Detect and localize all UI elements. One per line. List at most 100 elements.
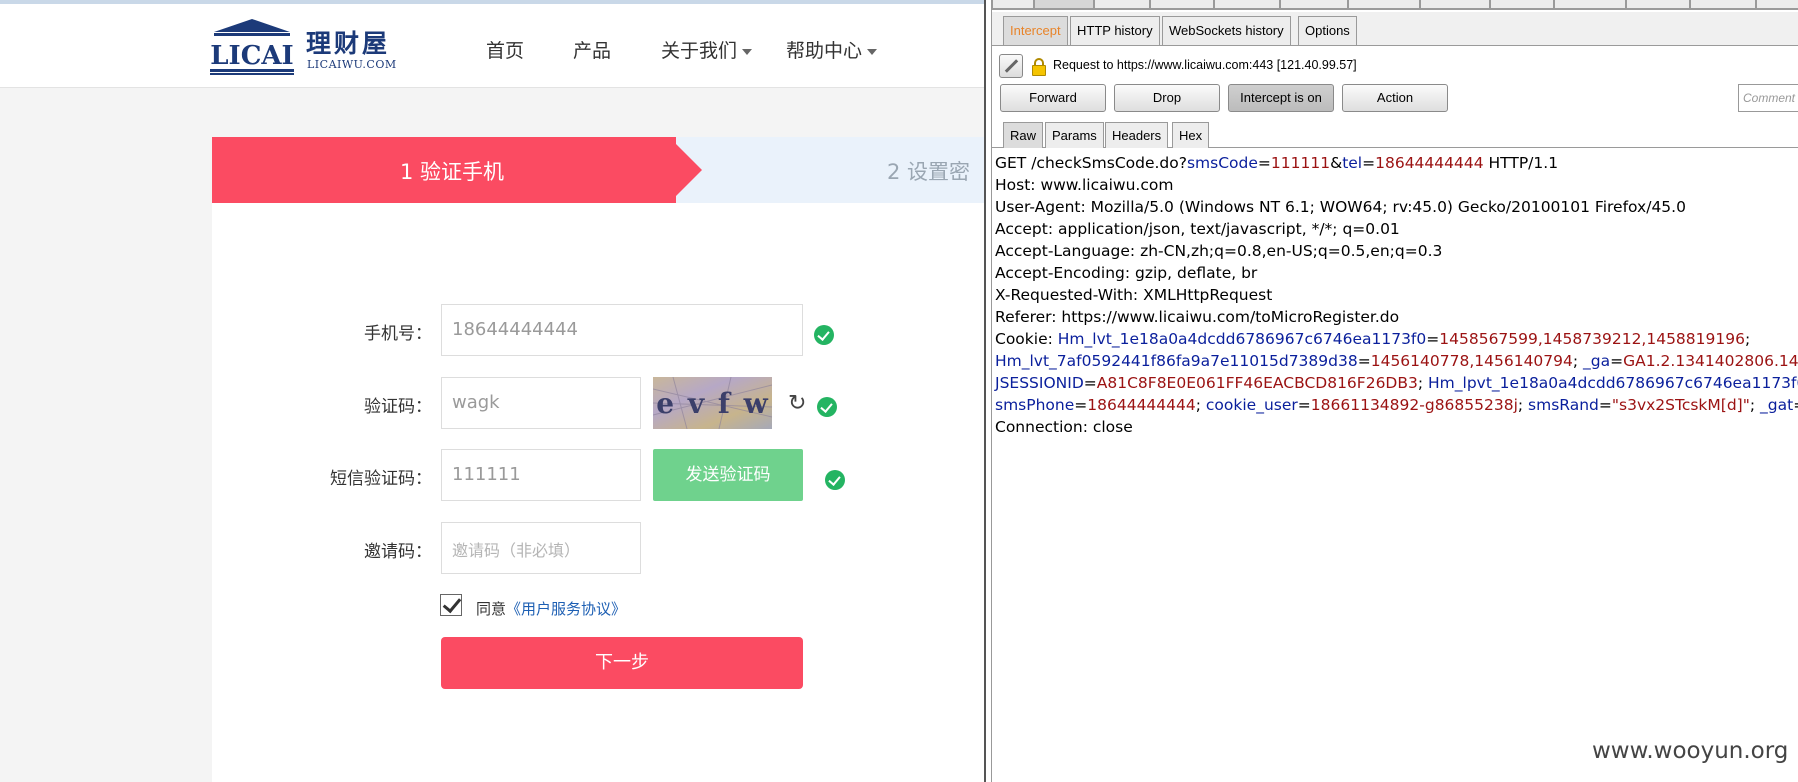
captcha-label: 验证码： xyxy=(364,397,432,417)
tab-hex[interactable]: Hex xyxy=(1172,122,1210,148)
raw-param-key: smsCode xyxy=(1186,154,1258,172)
raw-text: ; xyxy=(1744,330,1751,348)
captcha-image[interactable]: e v f w xyxy=(653,377,772,429)
pencil-icon[interactable] xyxy=(999,54,1023,78)
raw-text: = xyxy=(1257,154,1271,172)
top-tab-stub[interactable] xyxy=(1420,0,1490,9)
raw-line: Accept-Language: zh-CN,zh;q=0.8,en-US;q=… xyxy=(995,240,1798,262)
refresh-icon[interactable]: ↻ xyxy=(788,393,806,415)
user-agreement-link[interactable]: 《用户服务协议》 xyxy=(506,600,626,618)
raw-line: User-Agent: Mozilla/5.0 (Windows NT 6.1;… xyxy=(995,196,1798,218)
raw-param-value: 18644444444 xyxy=(1375,154,1484,172)
site-logo[interactable]: LICAI 理财屋 LICAIWU.COM xyxy=(210,18,400,76)
message-tabs: Raw Params Headers Hex xyxy=(992,118,1798,148)
site-header: LICAI 理财屋 LICAIWU.COM 首页 产品 关于我们 帮助中心 xyxy=(0,4,984,88)
step-1-label: 1 验证手机 xyxy=(400,160,505,184)
nav-help[interactable]: 帮助中心 xyxy=(786,36,878,63)
raw-param-value: 111111 xyxy=(1270,154,1331,172)
request-info-bar: Request to https://www.licaiwu.com:443 [… xyxy=(992,50,1798,80)
tab-websockets-history[interactable]: WebSockets history xyxy=(1162,16,1291,45)
raw-param-key: smsRand xyxy=(1528,396,1599,414)
raw-text: = xyxy=(1610,352,1624,370)
nav-products[interactable]: 产品 xyxy=(573,36,611,63)
raw-param-value: 18644444444 xyxy=(1087,396,1196,414)
nav-home-label: 首页 xyxy=(486,40,525,62)
top-tab-stub[interactable] xyxy=(992,0,1034,9)
raw-param-key: Hm_lpvt_1e18a0a4dcdd6786967c6746ea1173f0 xyxy=(1428,374,1798,392)
raw-text: Connection: close xyxy=(995,418,1133,436)
top-tab-stub[interactable] xyxy=(1094,0,1150,9)
check-circle-icon xyxy=(814,325,834,345)
agree-label: 同意 xyxy=(476,600,507,618)
tab-raw[interactable]: Raw xyxy=(1003,122,1044,148)
raw-text: GET /checkSmsCode.do? xyxy=(995,154,1187,172)
top-tab-stub[interactable] xyxy=(1348,0,1420,9)
top-tab-stub[interactable] xyxy=(1690,0,1756,9)
sms-code-input[interactable]: 111111 xyxy=(441,449,641,501)
top-tab-stub[interactable] xyxy=(1214,0,1280,9)
raw-line: smsPhone=18644444444; cookie_user=186611… xyxy=(995,394,1798,416)
top-tab-stub[interactable] xyxy=(1150,0,1214,9)
raw-param-key: _ga xyxy=(1583,352,1611,370)
licai-logo-icon: LICAI xyxy=(210,19,294,75)
invite-code-input[interactable]: 邀请码（非必填） xyxy=(441,522,641,574)
raw-text: = xyxy=(1793,396,1798,414)
raw-param-value: "s3vx2STcskM[d]" xyxy=(1611,396,1750,414)
raw-text: = xyxy=(1357,352,1371,370)
step-progress: 1 验证手机 2 设置密 xyxy=(212,137,984,203)
raw-param-key: JSESSIONID xyxy=(995,374,1084,392)
action-button[interactable]: Action xyxy=(1342,84,1448,112)
browser-page: LICAI 理财屋 LICAIWU.COM 首页 产品 关于我们 帮助中心 1 … xyxy=(0,0,984,782)
send-sms-code-button[interactable]: 发送验证码 xyxy=(653,449,803,501)
raw-text: Accept-Encoding: gzip, deflate, br xyxy=(995,264,1258,282)
raw-text: ; xyxy=(1517,396,1529,414)
next-step-button[interactable]: 下一步 xyxy=(441,637,803,689)
top-tab-stub[interactable] xyxy=(1756,0,1798,9)
agree-checkbox[interactable] xyxy=(440,594,462,616)
tab-headers[interactable]: Headers xyxy=(1105,122,1169,148)
sms-code-label: 短信验证码： xyxy=(330,469,432,489)
drop-button[interactable]: Drop xyxy=(1114,84,1220,112)
watermark-text: www.wooyun.org xyxy=(1592,738,1789,764)
raw-text: = xyxy=(1083,374,1097,392)
top-tab-stub[interactable] xyxy=(1626,0,1690,9)
top-tab-stub[interactable] xyxy=(1280,0,1348,9)
raw-request-editor[interactable]: GET /checkSmsCode.do?smsCode=111111&tel=… xyxy=(992,150,1798,782)
raw-param-key: smsPhone xyxy=(995,396,1075,414)
nav-home[interactable]: 首页 xyxy=(486,36,524,63)
top-tab-stub[interactable] xyxy=(1490,0,1554,9)
raw-line: Connection: close xyxy=(995,416,1798,438)
nav-about[interactable]: 关于我们 xyxy=(661,36,753,63)
captcha-input[interactable]: wagk xyxy=(441,377,641,429)
tab-intercept[interactable]: Intercept xyxy=(1003,16,1068,45)
raw-param-value: 18661134892-g86855238j xyxy=(1310,396,1518,414)
raw-line: Hm_lvt_7af0592441f86fa9a7e11015d7389d38=… xyxy=(995,350,1798,372)
intercept-toggle-button[interactable]: Intercept is on xyxy=(1228,84,1334,112)
comment-input[interactable]: Comment xyxy=(1738,84,1798,112)
raw-param-value: 1458567599,1458739212,1458819196 xyxy=(1439,330,1745,348)
raw-param-value: GA1.2.1341402806.1456140778 xyxy=(1623,352,1798,370)
raw-text: = xyxy=(1297,396,1311,414)
raw-text: = xyxy=(1074,396,1088,414)
window-divider[interactable] xyxy=(984,0,992,782)
raw-text: = xyxy=(1362,154,1376,172)
forward-button[interactable]: Forward xyxy=(1000,84,1106,112)
raw-text: ; xyxy=(1572,352,1584,370)
raw-text: HTTP/1.1 xyxy=(1483,154,1559,172)
raw-text: ; xyxy=(1417,374,1429,392)
top-tab-stub[interactable] xyxy=(1034,0,1094,9)
raw-param-key: cookie_user xyxy=(1205,396,1298,414)
register-form: 手机号： 18644444444 验证码： wagk e v f w ↻ 短信验… xyxy=(212,203,984,782)
phone-input[interactable]: 18644444444 xyxy=(441,304,803,356)
tab-http-history[interactable]: HTTP history xyxy=(1070,16,1160,45)
raw-line: Accept: application/json, text/javascrip… xyxy=(995,218,1798,240)
raw-line: X-Requested-With: XMLHttpRequest xyxy=(995,284,1798,306)
raw-text: ; xyxy=(1749,396,1761,414)
raw-text: ; xyxy=(1195,396,1206,414)
tab-params[interactable]: Params xyxy=(1045,122,1104,148)
top-tab-stub[interactable] xyxy=(1554,0,1626,9)
tab-options[interactable]: Options xyxy=(1298,16,1357,45)
raw-param-value: 1456140778,1456140794 xyxy=(1370,352,1573,370)
step-1-active: 1 验证手机 xyxy=(212,137,676,203)
nav-products-label: 产品 xyxy=(573,40,612,62)
